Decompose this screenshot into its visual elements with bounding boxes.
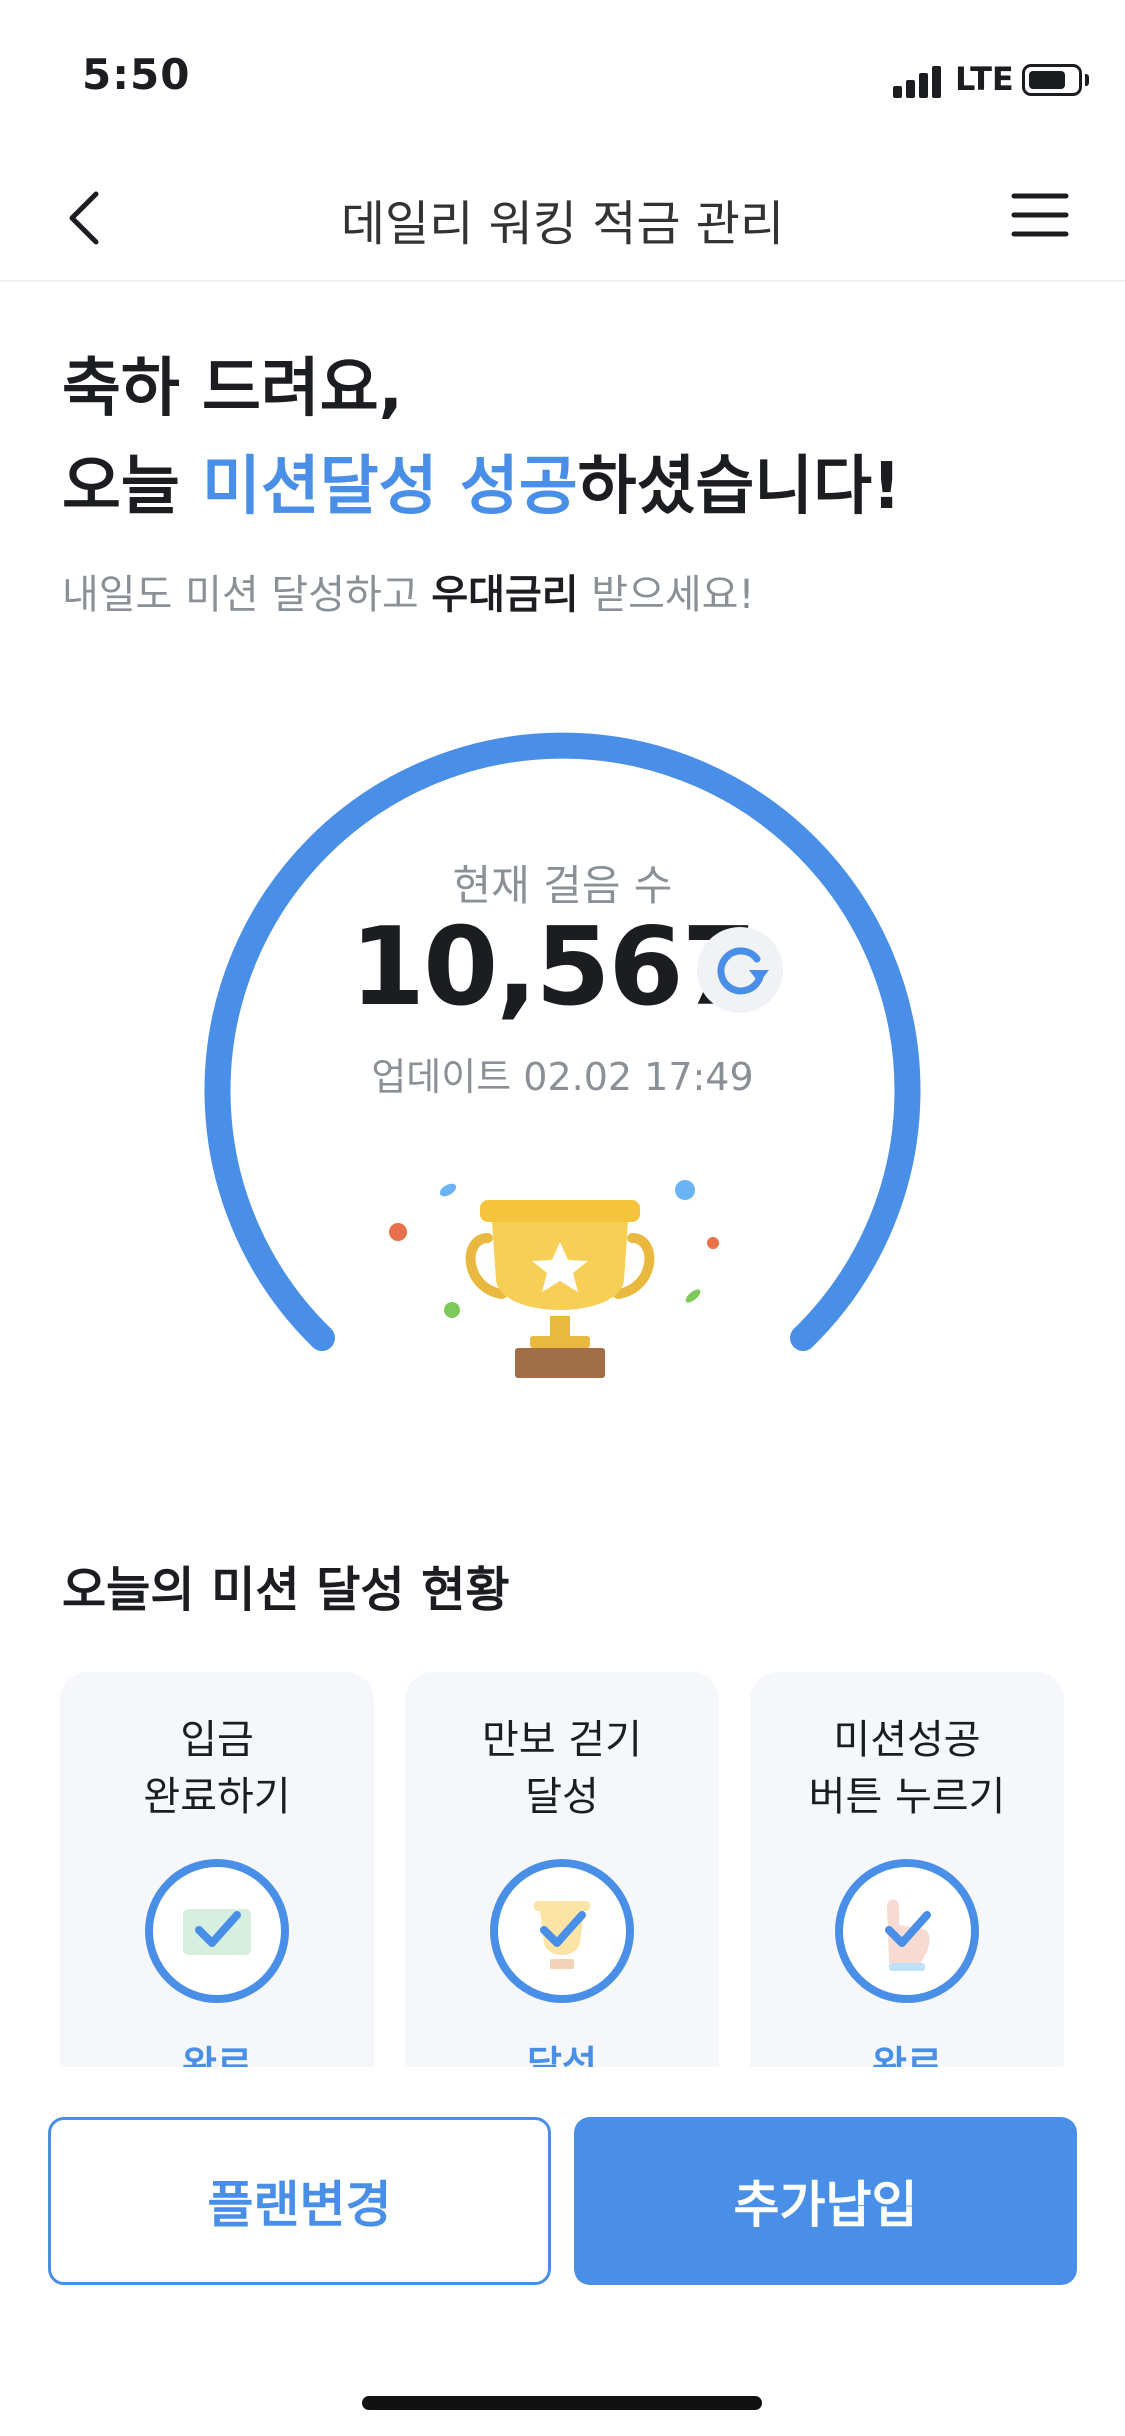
congrats-headline: 축하 드려요, 오늘 미션달성 성공하셨습니다! [62, 340, 901, 536]
page-title: 데일리 워킹 적금 관리 [340, 196, 785, 252]
refresh-button[interactable] [697, 927, 783, 1013]
check-icon [534, 1901, 590, 1969]
headline-accent: 미션달성 성공 [202, 450, 578, 524]
mission-card-status: 완료 [872, 2043, 942, 2067]
mission-cards: 입금 완료하기 완료 만보 걷기 달성 달성 미션성공 버튼 누르기 완료 [60, 1672, 1065, 2067]
steps-label: 현재 걸음 수 [452, 861, 673, 910]
subline-text: 내일도 미션 달성하고 우대금리 받으세요! [62, 562, 755, 620]
mission-card-icon-circle [835, 1859, 979, 2003]
subline-suffix: 받으세요! [578, 572, 755, 618]
update-timestamp: 업데이트 02.02 17:49 [0, 1046, 1125, 1101]
trophy-icon [389, 1180, 719, 1378]
headline-prefix: 오늘 [62, 450, 203, 524]
steps-count: 10,567 [350, 905, 757, 1030]
mission-card-title: 미션성공 버튼 누르기 [808, 1717, 1006, 1820]
check-icon [885, 1899, 931, 1971]
mission-card-icon-circle [490, 1859, 634, 2003]
status-bar: 5:50 LTE [0, 0, 1125, 150]
headline-line2: 오늘 미션달성 성공하셨습니다! [62, 438, 901, 536]
mission-card-walking: 만보 걷기 달성 달성 [405, 1672, 719, 2067]
mission-card-deposit: 입금 완료하기 완료 [60, 1672, 374, 2067]
status-time: 5:50 [82, 50, 191, 99]
battery-cap [1085, 74, 1089, 86]
change-plan-button[interactable]: 플랜변경 [48, 2117, 551, 2285]
add-payment-button[interactable]: 추가납입 [574, 2117, 1077, 2285]
headline-line1: 축하 드려요, [62, 352, 403, 426]
hamburger-menu-icon [1011, 193, 1069, 237]
check-icon [183, 1909, 251, 1955]
subline-prefix: 내일도 미션 달성하고 [62, 572, 432, 618]
mission-card-title: 만보 걷기 달성 [482, 1717, 642, 1820]
mission-card-status: 달성 [527, 2043, 597, 2067]
network-label: LTE [955, 60, 1014, 98]
subline-bold: 우대금리 [431, 572, 579, 618]
mission-card-status: 완료 [182, 2043, 252, 2067]
home-indicator [362, 2396, 762, 2410]
battery-icon [1022, 64, 1082, 96]
menu-button[interactable] [1010, 190, 1070, 240]
nav-bar: 데일리 워킹 적금 관리 [0, 150, 1125, 282]
signal-strength-icon [893, 64, 943, 98]
mission-card-icon-circle [145, 1859, 289, 2003]
refresh-icon [717, 947, 769, 995]
mission-section-title: 오늘의 미션 달성 현황 [62, 1562, 510, 1618]
mission-card-button: 미션성공 버튼 누르기 완료 [750, 1672, 1064, 2067]
mission-card-title: 입금 완료하기 [143, 1717, 291, 1820]
update-time: 02.02 17:49 [523, 1055, 754, 1099]
headline-suffix: 하셨습니다! [577, 450, 902, 524]
update-label: 업데이트 [371, 1055, 512, 1099]
